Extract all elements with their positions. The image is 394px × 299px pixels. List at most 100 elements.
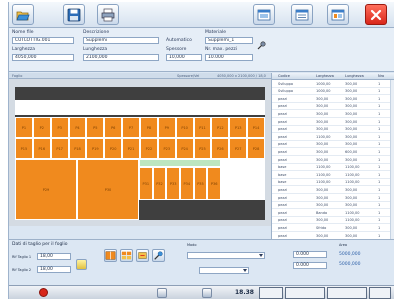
list-item[interactable]: pezzi 300,00 300,00 1 <box>272 156 394 164</box>
sheet-piece[interactable]: P29 <box>15 159 77 220</box>
sheet-piece[interactable]: P3 <box>50 117 69 138</box>
sheet-piece[interactable]: P2 <box>32 117 51 138</box>
sheet-piece[interactable]: P27 <box>229 138 248 159</box>
band-strip[interactable] <box>139 159 221 167</box>
sheet-piece[interactable]: P25 <box>193 138 212 159</box>
sheet-piece[interactable]: P9 <box>157 117 176 138</box>
sheet-piece[interactable]: P24 <box>175 138 194 159</box>
sheet-piece[interactable]: P28 <box>247 138 265 159</box>
list-item[interactable]: pezzi Sfrido 300,00 1 <box>272 224 394 232</box>
option-select[interactable] <box>199 267 249 274</box>
sheet-piece[interactable]: P8 <box>140 117 158 138</box>
cut-tool-button-1[interactable] <box>104 249 117 262</box>
apply-button[interactable] <box>76 259 87 270</box>
sheet-piece[interactable]: P13 <box>229 117 248 138</box>
print-button[interactable] <box>97 4 119 25</box>
list-item[interactable]: pezzi 300,00 300,00 1 <box>272 202 394 210</box>
mid-value-field[interactable]: 0.000 <box>293 251 327 258</box>
sheet-piece[interactable]: P30 <box>77 159 139 220</box>
tray-box-4[interactable] <box>369 287 391 299</box>
col-codice[interactable]: Codice <box>278 74 290 78</box>
sheet-piece[interactable]: P23 <box>157 138 176 159</box>
taskbar-app-icon-1[interactable] <box>157 288 167 298</box>
list-item[interactable]: base 1100,00 1100,00 1 <box>272 164 394 172</box>
descrizione-field[interactable]: Supplemi <box>83 37 159 44</box>
list-item[interactable]: pezzi 300,00 300,00 1 <box>272 110 394 118</box>
mid-value-field-2[interactable]: 0.000 <box>293 262 327 269</box>
sheet-piece[interactable]: P20 <box>104 138 123 159</box>
pieces-list[interactable]: Codice Larghezza Lunghezza Nro Sviluppo 1… <box>271 73 394 240</box>
sheet-piece[interactable]: P16 <box>32 138 51 159</box>
sheet-piece[interactable]: P32 <box>152 167 167 200</box>
modo-select[interactable] <box>187 252 265 259</box>
tray-box-1[interactable] <box>259 287 283 299</box>
list-cell: 1 <box>378 142 381 147</box>
sheet-piece[interactable]: P11 <box>193 117 212 138</box>
close-button[interactable] <box>365 4 387 25</box>
sheet-piece[interactable]: P1 <box>15 117 33 138</box>
sheet-piece[interactable]: P26 <box>211 138 230 159</box>
sheet-piece[interactable]: P12 <box>211 117 230 138</box>
list-item[interactable]: pezzi 300,00 300,00 1 <box>272 194 394 202</box>
list-item[interactable]: pezzi 300,00 300,00 1 <box>272 103 394 111</box>
sheet-piece[interactable]: P17 <box>50 138 69 159</box>
tray-box-3[interactable] <box>327 287 367 299</box>
list-item[interactable]: pezzi 300,00 300,00 1 <box>272 186 394 194</box>
cut-tool-button-2[interactable] <box>120 249 133 262</box>
view-report-button[interactable] <box>327 4 349 25</box>
tray-box-2[interactable] <box>285 287 325 299</box>
list-item[interactable]: pezzi 300,00 300,00 1 <box>272 95 394 103</box>
sheet-piece[interactable]: P15 <box>15 138 33 159</box>
ref1-field[interactable]: 18,00 <box>37 253 71 260</box>
lunghezza-field[interactable]: 2100,000 <box>83 54 159 61</box>
sheet-piece[interactable]: P34 <box>180 167 194 200</box>
sheet-piece[interactable]: P33 <box>166 167 180 200</box>
list-item[interactable]: pezzi 300,00 300,00 1 <box>272 141 394 149</box>
sheet-piece[interactable]: P18 <box>68 138 87 159</box>
list-item[interactable]: pezzi 300,00 300,00 1 <box>272 126 394 134</box>
list-item[interactable]: pezzi 300,00 600,00 1 <box>272 148 394 156</box>
sheet-piece[interactable]: P21 <box>122 138 140 159</box>
sheet-piece[interactable]: P5 <box>86 117 105 138</box>
list-item[interactable]: pezzi Bando 1100,00 1 <box>272 209 394 217</box>
view-list-button[interactable] <box>291 4 313 25</box>
save-button[interactable] <box>63 4 85 25</box>
materiale-field[interactable]: Supplemi_1 <box>205 37 253 44</box>
sheet-piece[interactable]: P36 <box>207 167 221 200</box>
col-lunghezza[interactable]: Lunghezza <box>345 74 364 78</box>
sheet-piece[interactable]: P22 <box>140 138 158 159</box>
cut-tool-button-4[interactable] <box>152 249 165 262</box>
list-item[interactable]: base 1100,00 1100,00 1 <box>272 179 394 187</box>
sheet-piece[interactable]: P4 <box>68 117 87 138</box>
list-item[interactable]: Sviluppo 1000,00 300,00 1 <box>272 80 394 88</box>
ref2-field[interactable]: 18,00 <box>37 266 71 273</box>
sheet-piece[interactable]: P31 <box>139 167 153 200</box>
nome-file-field[interactable]: CUTLOTTIG.001 <box>12 37 74 44</box>
sheet-piece[interactable]: P6 <box>104 117 123 138</box>
open-folder-button[interactable] <box>12 4 34 25</box>
col-nro[interactable]: Nro <box>378 74 384 78</box>
sheet-piece[interactable]: P14 <box>247 117 265 138</box>
sheet-piece[interactable]: P35 <box>193 167 208 200</box>
taskbar-app-icon-2[interactable] <box>202 288 212 298</box>
list-item[interactable]: base 1100,00 1100,00 1 <box>272 171 394 179</box>
list-item[interactable]: pezzi 300,00 1100,00 1 <box>272 217 394 225</box>
material-tool-icon[interactable] <box>257 41 266 50</box>
nr-max-pezzi-field[interactable]: 10.000 <box>205 54 253 61</box>
list-scrollbar[interactable] <box>390 80 394 239</box>
col-larghezza[interactable]: Larghezza <box>316 74 334 78</box>
list-item[interactable]: pezzi 300,00 300,00 1 <box>272 118 394 126</box>
list-cell: 1 <box>378 157 381 162</box>
list-item[interactable]: pezzi 1100,00 300,00 1 <box>272 133 394 141</box>
spessore-field[interactable]: 10,000 <box>166 54 202 61</box>
list-item[interactable]: Sviluppo 1000,00 300,00 1 <box>272 88 394 96</box>
cut-tool-button-3[interactable] <box>136 249 149 262</box>
start-icon[interactable] <box>39 288 48 297</box>
view-layout-button[interactable] <box>253 4 275 25</box>
sheet-piece[interactable]: P10 <box>175 117 194 138</box>
sheet-piece[interactable]: P19 <box>86 138 105 159</box>
sheet-piece[interactable]: P7 <box>122 117 140 138</box>
larghezza-field[interactable]: 4050,000 <box>12 54 74 61</box>
cutting-layout-canvas[interactable]: P1 P2 P3 P4 P5 P6 P7 P8 P9 P10 P11 P12 P13 P14 P15 P16 P… <box>9 79 271 226</box>
sheet-panel[interactable]: P1 P2 P3 P4 P5 P6 P7 P8 P9 P10 P11 P12 P13 P14 P15 P16 P… <box>15 87 265 220</box>
